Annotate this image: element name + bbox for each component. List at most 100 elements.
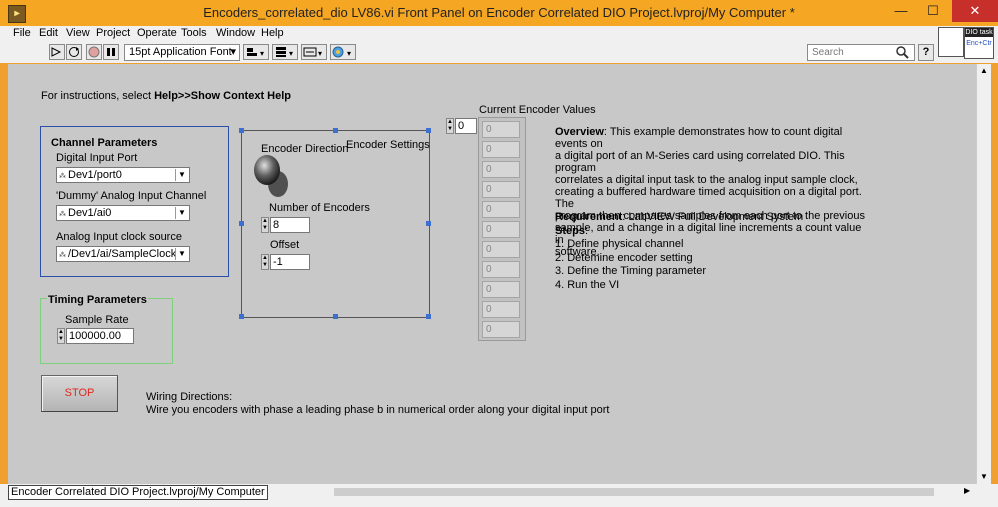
scroll-thumb[interactable] [334,488,934,496]
encoder-value-cell: 0 [482,321,520,338]
encoder-value-cell: 0 [482,261,520,278]
number-of-encoders-input[interactable]: 8 [270,217,310,233]
distribute-objects-icon[interactable]: ▾ [272,44,298,60]
chevron-down-icon[interactable]: ▼ [175,248,188,260]
encoder-value-cell: 0 [482,161,520,178]
chevron-down-icon[interactable]: ▼ [175,169,188,181]
dummy-analog-value: Dev1/ai0 [68,207,112,219]
sample-rate-incdec[interactable]: ▲ ▼ [57,328,65,344]
encoder-direction-toggle[interactable] [250,154,292,202]
selection-handle[interactable] [426,221,431,226]
window-title: Encoders_correlated_dio LV86.vi Front Pa… [203,5,795,20]
scroll-right-icon[interactable]: ▶ [964,486,970,495]
search-placeholder: Search [812,47,844,58]
menu-window[interactable]: Window [216,27,255,39]
minimize-button[interactable]: — [886,0,916,22]
encoder-value-cell: 0 [482,181,520,198]
steps-line: Steps: [555,225,865,239]
selection-handle[interactable] [239,314,244,319]
overview-line-1: a digital port of an M-Series card using… [555,150,845,174]
channel-parameters-title: Channel Parameters [51,137,158,149]
offset-incdec[interactable]: ▲ ▼ [261,254,269,270]
maximize-button[interactable]: ☐ [916,0,950,22]
run-continuously-icon[interactable] [66,44,82,60]
offset-input[interactable]: -1 [270,254,310,270]
pause-icon[interactable] [103,44,119,60]
selection-handle[interactable] [239,221,244,226]
close-button[interactable]: ✕ [952,0,998,22]
search-icon[interactable] [895,45,909,59]
menu-operate[interactable]: Operate [137,27,177,39]
menu-view[interactable]: View [66,27,90,39]
scroll-down-icon[interactable]: ▼ [980,472,988,481]
svg-text:▾: ▾ [347,49,351,58]
number-of-encoders-incdec[interactable]: ▲ ▼ [261,217,269,233]
steps-title: Steps [555,224,585,237]
instructions-prefix: For instructions, select [41,90,155,102]
io-name-icon: ⁂ [59,252,66,259]
vertical-scrollbar[interactable]: ▲ ▼ [976,64,991,484]
wiring-directions-title: Wiring Directions: [146,391,233,403]
step-4: 4. Run the VI [555,278,620,291]
offset-label: Offset [270,239,300,251]
encoder-value-cell: 0 [482,241,520,258]
digital-input-port-control[interactable]: ⁂ Dev1/port0 ▼ [56,167,190,183]
io-name-icon: ⁂ [59,211,66,218]
horizontal-scrollbar[interactable]: ◀ ▶ [234,486,976,498]
clock-source-label: Analog Input clock source [56,231,182,243]
digital-input-port-value: Dev1/port0 [68,169,122,181]
encoder-value-cell: 0 [482,121,520,138]
stop-button[interactable]: STOP [41,375,118,412]
scroll-up-icon[interactable]: ▲ [980,66,988,75]
menu-edit[interactable]: Edit [39,27,58,39]
clock-source-control[interactable]: ⁂/Dev1/ai/SampleClock ▼ [56,246,190,262]
align-objects-icon[interactable]: ▾ [243,44,269,60]
selection-handle[interactable] [239,128,244,133]
overview-line: Overview: This example demonstrates how … [555,126,865,150]
run-arrow-icon[interactable] [49,44,65,60]
array-index-input[interactable]: 0 [455,118,477,134]
dummy-analog-label: 'Dummy' Analog Input Channel [56,190,207,202]
encoder-value-cell: 0 [482,301,520,318]
svg-text:▾: ▾ [260,49,264,58]
font-select[interactable]: 15pt Application Font ▾ [124,44,240,61]
menu-file[interactable]: File [13,27,31,39]
resize-objects-icon[interactable]: ▾ [301,44,327,60]
encoder-value-cell: 0 [482,201,520,218]
selection-handle[interactable] [426,314,431,319]
instructions-help-menu: Help>>Show Context Help [154,90,292,102]
menu-project[interactable]: Project [96,27,130,39]
number-of-encoders-label: Number of Encoders [269,202,370,214]
step-2: 2. Detemine encoder setting [555,251,693,264]
overview-line-3: creating a buffered hardware timed acqui… [555,186,862,210]
selection-handle[interactable] [333,128,338,133]
chevron-down-icon: ▾ [230,46,236,58]
sample-rate-input[interactable]: 100000.00 [66,328,134,344]
digital-input-port-label: Digital Input Port [56,152,138,164]
requirements-text: Requirement: LabVIEW Full Development Sy… [555,211,865,292]
menu-tools[interactable]: Tools [181,27,207,39]
svg-text:▾: ▾ [318,49,322,58]
chevron-down-icon[interactable]: ▼ [175,207,188,219]
menu-help[interactable]: Help [261,27,284,39]
requirement-line: Requirement: LabVIEW Full Development Sy… [555,211,865,225]
selection-handle[interactable] [426,128,431,133]
encoder-value-cell: 0 [482,141,520,158]
step-3: 3. Define the Timing parameter [555,265,707,277]
connector-pane-icon[interactable] [938,27,964,57]
reorder-icon[interactable]: ▾ [330,44,356,60]
abort-icon[interactable] [86,44,102,60]
array-index-incdec[interactable]: ▲ ▼ [446,118,454,134]
step-1: 1. Define physical channel [555,238,684,250]
io-name-icon: ⁂ [59,173,66,180]
vi-icon[interactable]: DIO task Enc+Ctr [964,27,994,59]
vi-icon-badge: DIO task [965,28,993,37]
font-select-label: 15pt Application Font [129,46,232,58]
selection-handle[interactable] [333,314,338,319]
project-path: Encoder Correlated DIO Project.lvproj/My… [8,485,268,500]
dummy-analog-control[interactable]: ⁂ Dev1/ai0 ▼ [56,205,190,221]
current-encoder-values-label: Current Encoder Values [479,104,596,116]
clock-source-value: /Dev1/ai/SampleClock [68,248,177,260]
context-help-button[interactable]: ? [918,44,934,61]
wiring-directions-text: Wire you encoders with phase a leading p… [146,404,610,416]
